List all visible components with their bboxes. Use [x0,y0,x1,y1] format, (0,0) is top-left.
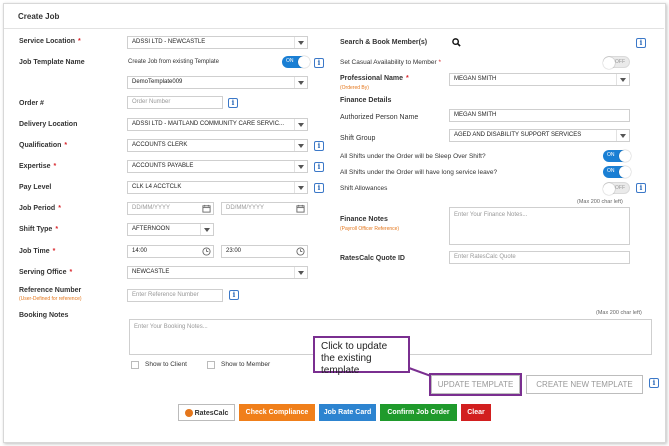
sleep-over-label: All Shifts under the Order will be Sleep… [340,153,486,160]
show-to-member-checkbox[interactable] [207,361,215,369]
order-number-input[interactable]: Order Number [127,96,223,109]
ratescalc-quote-label: RatesCalc Quote ID [340,255,405,262]
finance-notes-char-count: (Max 200 char left) [577,199,623,205]
start-time-input[interactable]: 14:00 [127,245,214,258]
pay-level-label: Pay Level [19,184,52,191]
booking-notes-char-count: (Max 200 char left) [596,310,642,316]
show-to-client-checkbox[interactable] [131,361,139,369]
show-to-member-label: Show to Member [221,361,271,368]
long-service-label: All Shifts under the Order will have lon… [340,169,498,176]
ratescalc-logo-icon [184,409,193,418]
clock-icon [296,247,305,256]
template-select[interactable]: DemoTemplate009 [127,76,308,89]
search-icon[interactable] [452,38,461,47]
professional-name-label: Professional Name * [340,75,409,82]
calendar-icon [202,204,211,213]
reference-number-sublabel: (User-Defined for reference) [19,296,82,302]
reference-number-input[interactable]: Enter Reference Number [127,289,223,302]
finance-notes-sublabel: (Payroll Officer Reference) [340,226,400,232]
service-location-select[interactable]: ADSSI LTD - NEWCASTLE [127,36,308,49]
sleep-over-toggle[interactable]: ON [603,150,631,162]
confirm-job-order-button[interactable]: Confirm Job Order [380,404,457,421]
chevron-down-icon [616,130,629,141]
chevron-down-icon [294,161,307,172]
reference-number-label: Reference Number [19,287,82,294]
shift-type-select[interactable]: AFTERNOON [127,223,214,236]
authorized-person-input[interactable]: MEGAN SMITH [449,109,630,122]
order-number-label: Order # [19,100,44,107]
shift-allowances-label: Shift Allowances [340,185,388,192]
delivery-location-select[interactable]: ADSSI LTD - MAITLAND COMMUNITY CARE SERV… [127,118,308,131]
end-date-input[interactable]: DD/MM/YYYY [221,202,308,215]
serving-office-select[interactable]: NEWCASTLE [127,266,308,279]
job-period-label: Job Period * [19,205,61,212]
template-toggle[interactable]: ON [282,56,310,68]
professional-name-sublabel: (Ordered By) [340,85,369,91]
expertise-label: Expertise * [19,163,57,170]
serving-office-label: Serving Office * [19,269,73,276]
calendar-icon [296,204,305,213]
booking-notes-label: Booking Notes [19,312,69,319]
info-icon[interactable]: i [636,183,646,193]
chevron-down-icon [294,267,307,278]
info-icon[interactable]: i [229,290,239,300]
professional-name-select[interactable]: MEGAN SMITH [449,73,630,86]
template-toggle-text: Create Job from existing Template [128,59,219,65]
end-time-input[interactable]: 23:00 [221,245,308,258]
pay-level-select[interactable]: CLK L4 ACCTCLK [127,181,308,194]
job-time-label: Job Time * [19,248,56,255]
chevron-down-icon [294,182,307,193]
authorized-person-label: Authorized Person Name [340,114,419,121]
create-new-template-button[interactable]: CREATE NEW TEMPLATE [526,375,643,394]
clear-button[interactable]: Clear [461,404,491,421]
callout-note: Click to update the existing template [313,336,410,376]
qualification-select[interactable]: ACCOUNTS CLERK [127,139,308,152]
ratescalc-button[interactable]: RatesCalc [178,404,235,421]
clock-icon [202,247,211,256]
header-divider [4,28,664,29]
service-location-label: Service Location * [19,38,81,45]
info-icon[interactable]: i [649,378,659,388]
long-service-toggle[interactable]: ON [603,166,631,178]
update-template-button[interactable]: UPDATE TEMPLATE [431,375,520,394]
check-compliance-button[interactable]: Check Compliance [239,404,315,421]
chevron-down-icon [200,224,213,235]
search-book-label: Search & Book Member(s) [340,39,428,46]
page-title: Create Job [18,12,60,21]
chevron-down-icon [294,37,307,48]
info-icon[interactable]: i [314,183,324,193]
expertise-select[interactable]: ACCOUNTS PAYABLE [127,160,308,173]
chevron-down-icon [616,74,629,85]
shift-type-label: Shift Type * [19,226,59,233]
job-rate-card-button[interactable]: Job Rate Card [319,404,376,421]
info-icon[interactable]: i [314,141,324,151]
chevron-down-icon [294,77,307,88]
start-date-input[interactable]: DD/MM/YYYY [127,202,214,215]
finance-details-heading: Finance Details [340,97,392,104]
delivery-location-label: Delivery Location [19,121,78,128]
job-template-label: Job Template Name [19,59,85,66]
casual-availability-toggle[interactable]: OFF [603,56,630,69]
shift-allowances-toggle[interactable]: OFF [603,182,630,195]
shift-group-label: Shift Group [340,135,376,142]
chevron-down-icon [294,119,307,130]
finance-notes-label: Finance Notes [340,216,388,223]
casual-availability-label: Set Casual Availability to Member * [340,59,442,66]
chevron-down-icon [294,140,307,151]
info-icon[interactable]: i [314,58,324,68]
finance-notes-textarea[interactable]: Enter Your Finance Notes... [449,207,630,245]
shift-group-select[interactable]: AGED AND DISABILITY SUPPORT SERVICES [449,129,630,142]
show-to-client-label: Show to Client [145,361,187,368]
ratescalc-quote-input[interactable]: Enter RatesCalc Quote [449,251,630,264]
info-icon[interactable]: i [636,38,646,48]
info-icon[interactable]: i [314,162,324,172]
info-icon[interactable]: i [228,98,238,108]
qualification-label: Qualification * [19,142,68,149]
